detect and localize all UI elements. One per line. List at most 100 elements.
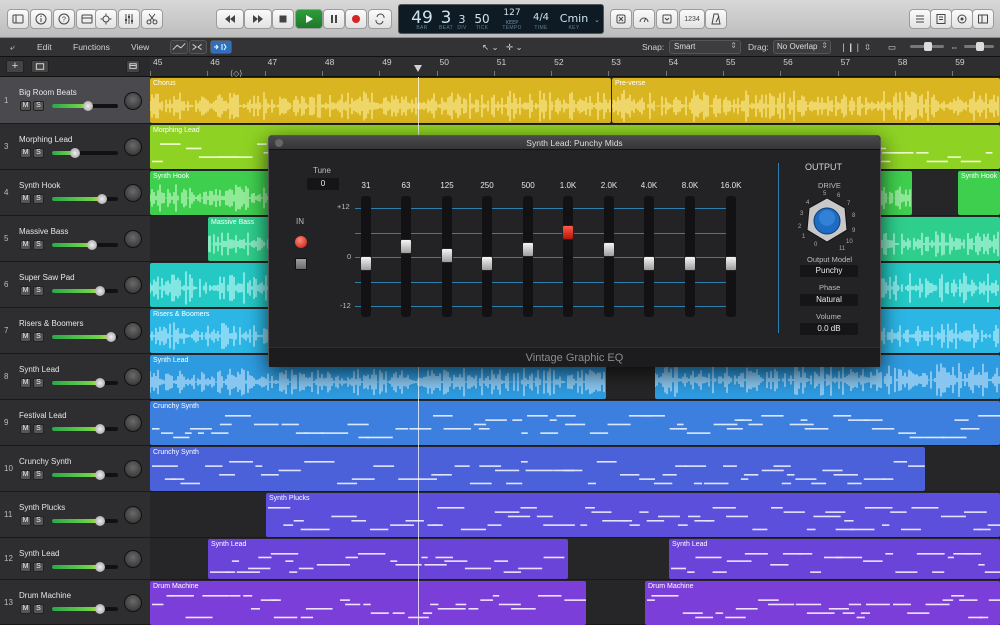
- slider-thumb[interactable]: [924, 42, 932, 51]
- mute-button[interactable]: M: [20, 604, 31, 614]
- volume-fader[interactable]: [52, 101, 118, 111]
- track-folder-icon[interactable]: [31, 60, 49, 73]
- track-header[interactable]: 8 Synth Lead M S: [0, 354, 150, 400]
- plugin-title[interactable]: Synth Lead: Punchy Mids: [269, 136, 880, 150]
- pan-knob[interactable]: [124, 594, 142, 612]
- volume-fader[interactable]: [52, 332, 118, 342]
- eq-band-slider-thumb[interactable]: [522, 242, 534, 257]
- mute-button[interactable]: M: [20, 378, 31, 388]
- eq-band-slider-track[interactable]: [643, 196, 655, 317]
- fader-knob[interactable]: [94, 516, 105, 526]
- pan-knob[interactable]: [124, 322, 142, 340]
- region-chorus[interactable]: Chorus: [150, 78, 611, 123]
- add-track-button[interactable]: +: [6, 60, 24, 73]
- crosshair-tool-icon[interactable]: ✛ ⌄: [506, 42, 523, 53]
- eq-band-slider-track[interactable]: [360, 196, 372, 317]
- fit-icon[interactable]: ▭: [888, 42, 896, 53]
- play-button[interactable]: [295, 9, 323, 29]
- eq-band-slider-thumb[interactable]: [643, 256, 655, 271]
- region-synth-hook-2[interactable]: Synth Hook: [958, 171, 1000, 215]
- mixer-icon[interactable]: [118, 9, 140, 29]
- lcd-dropdown-icon[interactable]: ⌄: [594, 16, 600, 24]
- horizontal-zoom-icon[interactable]: ⇔: [950, 42, 959, 52]
- track-header[interactable]: 9 Festival Lead M S: [0, 400, 150, 446]
- loop-browser-icon[interactable]: [951, 9, 973, 29]
- track-header[interactable]: 5 Massive Bass M S: [0, 216, 150, 262]
- track-header[interactable]: 11 Synth Plucks M S: [0, 492, 150, 538]
- region-synth-lead-12b[interactable]: Synth Lead: [669, 539, 1000, 579]
- track-header[interactable]: 3 Morphing Lead M S: [0, 124, 150, 170]
- eq-band-slider-thumb[interactable]: [684, 256, 696, 271]
- slider-thumb[interactable]: [976, 42, 984, 51]
- volume-fader[interactable]: [52, 604, 118, 614]
- vertical-zoom-slider[interactable]: [910, 42, 944, 51]
- eq-band-slider-track[interactable]: [562, 196, 574, 317]
- drag-select[interactable]: No Overlap ⇕: [773, 40, 831, 54]
- rewind-button[interactable]: [216, 9, 244, 29]
- replace-icon[interactable]: [610, 9, 632, 29]
- eq-band-slider-thumb[interactable]: [360, 256, 372, 271]
- track-header[interactable]: 1 Big Room Beats M S: [0, 77, 150, 124]
- menu-functions[interactable]: Functions: [73, 42, 110, 52]
- bypass-button[interactable]: [295, 258, 307, 270]
- fader-knob[interactable]: [94, 470, 105, 480]
- region-crunchy-synth-2[interactable]: Crunchy Synth: [150, 447, 925, 491]
- region-drum-machine[interactable]: Drum Machine: [150, 581, 586, 625]
- solo-button[interactable]: S: [33, 424, 44, 434]
- browser-icon[interactable]: [972, 9, 994, 29]
- waveform-zoom-icon[interactable]: ❘❙❘: [840, 42, 861, 53]
- pause-button[interactable]: [323, 9, 345, 29]
- fader-knob[interactable]: [94, 562, 105, 572]
- fader-knob[interactable]: [70, 148, 81, 158]
- region-drum-machine-2[interactable]: Drum Machine: [645, 581, 1000, 625]
- mute-button[interactable]: M: [20, 286, 31, 296]
- volume-fader[interactable]: [52, 148, 118, 158]
- flex-icon[interactable]: [189, 40, 207, 54]
- track-header[interactable]: 7 Risers & Boomers M S: [0, 308, 150, 354]
- eq-band-slider-thumb[interactable]: [725, 256, 737, 271]
- volume-fader[interactable]: [52, 562, 118, 572]
- region-synth-plucks[interactable]: Synth Plucks: [266, 493, 1000, 537]
- track-header[interactable]: 13 Drum Machine M S: [0, 580, 150, 625]
- eq-band-slider-thumb[interactable]: [400, 239, 412, 254]
- tuner-icon[interactable]: [633, 9, 655, 29]
- volume-value[interactable]: 0.0 dB: [800, 323, 858, 335]
- eq-band-slider-track[interactable]: [481, 196, 493, 317]
- mute-button[interactable]: M: [20, 101, 31, 111]
- solo-button[interactable]: S: [33, 470, 44, 480]
- eq-band-slider-track[interactable]: [522, 196, 534, 317]
- region-crunchy-synth[interactable]: Crunchy Synth: [150, 401, 1000, 445]
- global-tracks-icon[interactable]: [126, 60, 140, 73]
- eq-band-slider-thumb[interactable]: [481, 256, 493, 271]
- mute-button[interactable]: M: [20, 562, 31, 572]
- pan-knob[interactable]: [124, 184, 142, 202]
- eq-band-slider-thumb[interactable]: [603, 242, 615, 257]
- library-icon[interactable]: [7, 9, 29, 29]
- solo-button[interactable]: S: [33, 562, 44, 572]
- volume-fader[interactable]: [52, 240, 118, 250]
- fader-knob[interactable]: [86, 240, 97, 250]
- stop-button[interactable]: [272, 9, 294, 29]
- mute-button[interactable]: M: [20, 148, 31, 158]
- playhead-marker[interactable]: [414, 65, 422, 72]
- volume-fader[interactable]: [52, 470, 118, 480]
- solo-button[interactable]: S: [33, 101, 44, 111]
- fader-knob[interactable]: [106, 332, 117, 342]
- automation-icon[interactable]: [170, 40, 188, 54]
- solo-button[interactable]: S: [33, 148, 44, 158]
- solo-button[interactable]: S: [33, 378, 44, 388]
- pointer-tool-icon[interactable]: ↖ ⌄: [482, 42, 499, 53]
- catch-icon[interactable]: [210, 40, 232, 54]
- horizontal-zoom-slider[interactable]: [964, 42, 994, 51]
- mute-button[interactable]: M: [20, 470, 31, 480]
- mute-button[interactable]: M: [20, 332, 31, 342]
- timeline-ruler[interactable]: 45 46 47 48 49 50 51 52 53 54 55 56 57 58 59 ⟨◇⟩: [150, 57, 1000, 78]
- metronome-icon[interactable]: [705, 9, 727, 29]
- volume-fader[interactable]: [52, 286, 118, 296]
- fader-knob[interactable]: [94, 604, 105, 614]
- pan-knob[interactable]: [124, 460, 142, 478]
- track-header[interactable]: 6 Super Saw Pad M S: [0, 262, 150, 308]
- fast-forward-button[interactable]: [244, 9, 272, 29]
- mute-button[interactable]: M: [20, 240, 31, 250]
- help-icon[interactable]: ?: [53, 9, 75, 29]
